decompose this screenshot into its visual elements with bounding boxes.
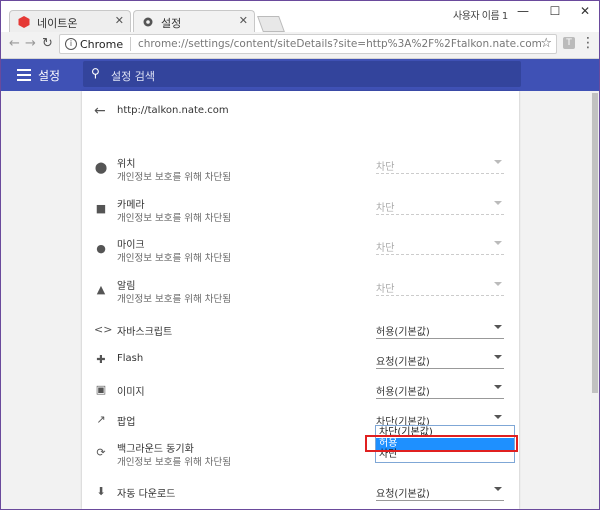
select-value: 요청(기본값) [376,489,430,500]
address-bar[interactable]: i Chrome chrome://settings/content/siteD… [59,34,557,54]
permission-row-camera: ■ 카메라개인정보 보호를 위해 차단됨 차단 [82,190,519,226]
page-title: 설정 [38,69,61,83]
minimize-button[interactable]: — [513,4,533,18]
chevron-down-icon [494,201,502,205]
permission-select[interactable]: 허용(기본값) [376,382,504,399]
puzzle-icon: ✚ [96,353,106,366]
permission-select[interactable]: 허용(기본값) [376,322,504,339]
settings-search-input[interactable]: ⚲ 설정 검색 [83,61,521,87]
chevron-down-icon [494,355,502,359]
back-arrow-icon[interactable]: ← [94,103,106,119]
select-value: 허용(기본값) [376,387,430,398]
permission-sublabel: 개인정보 보호를 위해 차단됨 [117,253,231,264]
scrollbar[interactable] [591,91,599,509]
sync-icon: ⟳ [96,446,106,459]
permission-label: 팝업 [117,417,136,428]
menu-icon[interactable]: ⋮ [581,35,595,51]
tab-label: 설정 [161,17,182,30]
code-icon: <> [94,323,113,336]
permission-select[interactable]: 요청(기본값) [376,352,504,369]
permission-select[interactable]: 요청(기본값) [376,484,504,501]
profile-name[interactable]: 사용자 이름 1 [453,7,508,22]
highlight-annotation-box [365,435,518,452]
scrollbar-thumb[interactable] [592,93,598,393]
nateon-favicon-icon [18,16,30,28]
maximize-button[interactable]: ☐ [545,4,565,18]
permission-label: 마이크 [117,240,145,251]
permission-select: 차단 [376,238,504,255]
forward-arrow-icon[interactable]: → [25,36,36,51]
toolbar: ← → ↻ i Chrome chrome://settings/content… [1,32,599,59]
permission-label: 위치 [117,159,136,170]
settings-header: 설정 ⚲ 설정 검색 [1,59,599,91]
tab-label: 네이트온 [37,17,78,30]
close-icon[interactable]: ✕ [115,14,124,27]
chevron-down-icon [494,282,502,286]
title-bar: 네이트온 ✕ 설정 ✕ 사용자 이름 1 — ☐ ✕ [1,1,599,32]
star-icon[interactable]: ☆ [540,36,552,51]
chevron-down-icon [494,487,502,491]
select-value: 차단 [376,243,395,254]
download-icon: ⬇ [96,485,106,498]
search-icon: ⚲ [91,66,100,80]
popup-icon: ↗ [96,413,106,426]
close-icon[interactable]: ✕ [239,14,248,27]
select-value: 허용(기본값) [376,327,430,338]
close-window-button[interactable]: ✕ [575,4,595,18]
microphone-icon: ● [96,242,106,255]
tab-settings[interactable]: 설정 ✕ [133,10,255,32]
camera-icon: ■ [95,202,107,215]
browser-window: 네이트온 ✕ 설정 ✕ 사용자 이름 1 — ☐ ✕ ← → ↻ i Chrom… [0,0,600,510]
chevron-down-icon [494,385,502,389]
reload-icon[interactable]: ↻ [42,36,53,51]
tab-nateon[interactable]: 네이트온 ✕ [9,10,131,32]
permission-row-location: ⬤ 위치개인정보 보호를 위해 차단됨 차단 [82,149,519,185]
permission-select: 차단 [376,157,504,174]
back-arrow-icon[interactable]: ← [9,36,20,51]
permission-label: 자바스크립트 [117,327,173,338]
chevron-down-icon [494,415,502,419]
url-text[interactable]: chrome://settings/content/siteDetails?si… [138,38,542,50]
location-icon: ⬤ [94,161,108,174]
permission-label: 백그라운드 동기화 [117,444,194,455]
gear-icon [143,17,153,27]
extension-icon[interactable]: T [563,37,575,49]
select-value: 요청(기본값) [376,357,430,368]
permission-label: 자동 다운로드 [117,489,176,500]
permission-label: 카메라 [117,200,145,211]
select-value: 차단 [376,162,395,173]
permission-sublabel: 개인정보 보호를 위해 차단됨 [117,172,231,183]
permission-label: 이미지 [117,387,145,398]
bell-icon: ▲ [96,283,106,296]
info-icon[interactable]: i [65,38,77,50]
permission-sublabel: 개인정보 보호를 위해 차단됨 [117,213,231,224]
scheme-label: Chrome [80,38,124,51]
chevron-down-icon [494,160,502,164]
permission-select: 차단 [376,198,504,215]
permission-row-microphone: ● 마이크개인정보 보호를 위해 차단됨 차단 [82,230,519,266]
image-icon: ▣ [95,383,107,396]
hamburger-menu-icon[interactable] [17,69,31,84]
chevron-down-icon [494,241,502,245]
site-url: http://talkon.nate.com [117,105,229,116]
permission-row-download: ⬇ 자동 다운로드 요청(기본값) [82,475,519,509]
permission-sublabel: 개인정보 보호를 위해 차단됨 [117,294,231,305]
permission-label: Flash [117,353,144,364]
permission-label: 알림 [117,281,136,292]
chevron-down-icon [494,325,502,329]
select-value: 차단 [376,203,395,214]
new-tab-button[interactable] [257,16,285,32]
permission-sublabel: 개인정보 보호를 위해 차단됨 [117,457,231,468]
permission-select: 차단 [376,279,504,296]
search-placeholder: 설정 검색 [111,70,155,83]
select-value: 차단 [376,284,395,295]
divider [130,37,131,51]
permission-row-bell: ▲ 알림개인정보 보호를 위해 차단됨 차단 [82,271,519,307]
